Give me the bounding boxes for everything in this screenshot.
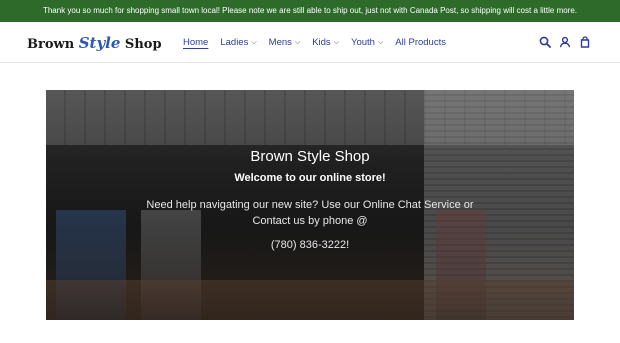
nav-item-ladies[interactable]: Ladies ⌵	[220, 37, 256, 48]
nav-item-youth[interactable]: Youth ⌵	[351, 37, 383, 48]
announcement-bar: Thank you so much for shopping small tow…	[0, 0, 620, 22]
logo-word-style: Style	[78, 34, 121, 52]
nav-item-label: Ladies	[220, 37, 249, 48]
main-nav: Home Ladies ⌵ Mens ⌵ Kids ⌵ Youth ⌵ All …	[183, 22, 458, 63]
nav-item-label: All Products	[395, 37, 446, 48]
nav-item-label: Kids	[312, 37, 331, 48]
hero-body: Need help navigating our new site? Use o…	[146, 199, 474, 227]
announcement-text: Thank you so much for shopping small tow…	[42, 6, 578, 15]
chevron-down-icon: ⌵	[251, 38, 257, 46]
header-icons	[532, 35, 592, 49]
site-header: Brown Style Shop Home Ladies ⌵ Mens ⌵ Ki…	[0, 22, 620, 63]
search-icon[interactable]	[538, 35, 552, 49]
nav-item-label: Mens	[268, 37, 292, 48]
hero-title: Brown Style Shop	[250, 148, 370, 165]
account-icon[interactable]	[558, 35, 572, 49]
hero-banner: Brown Style Shop Welcome to our online s…	[46, 90, 574, 320]
chevron-down-icon: ⌵	[294, 38, 301, 46]
nav-item-mens[interactable]: Mens ⌵	[269, 37, 301, 48]
logo-word-shop: Shop	[120, 37, 162, 52]
nav-item-all-products[interactable]: All Products	[395, 37, 446, 48]
site-logo[interactable]: Brown Style Shop	[27, 33, 162, 53]
logo-word-brown: Brown	[27, 37, 79, 52]
hero-text: Brown Style Shop Welcome to our online s…	[46, 90, 574, 320]
chevron-down-icon: ⌵	[333, 38, 339, 46]
cart-icon[interactable]	[578, 35, 592, 49]
nav-item-kids[interactable]: Kids ⌵	[312, 37, 339, 48]
nav-item-home[interactable]: Home	[183, 37, 208, 48]
nav-item-label: Home	[183, 37, 209, 48]
nav-item-label: Youth	[351, 37, 375, 48]
hero-subtitle: Welcome to our online store!	[234, 172, 386, 184]
chevron-down-icon: ⌵	[377, 38, 384, 46]
hero-phone: (780) 836-3222!	[270, 239, 350, 251]
